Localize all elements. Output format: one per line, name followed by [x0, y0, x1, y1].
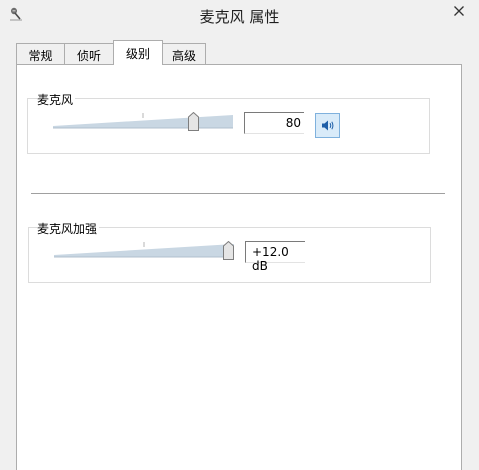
- tab-label: 级别: [125, 47, 150, 61]
- slider-track: [53, 113, 233, 129]
- tab-label: 高级: [171, 49, 196, 63]
- slider-thumb[interactable]: [223, 241, 234, 260]
- tab-general[interactable]: 常规: [16, 43, 65, 64]
- tab-levels[interactable]: 级别: [113, 40, 163, 65]
- microphone-boost-group-label: 麦克风加强: [37, 220, 100, 237]
- microphone-group-label: 麦克风: [37, 91, 76, 108]
- close-icon: [453, 5, 464, 16]
- speaker-icon: [321, 120, 333, 131]
- microphone-volume-value: 80: [285, 116, 301, 130]
- tab-listen[interactable]: 侦听: [64, 43, 114, 64]
- microphone-volume-field[interactable]: 80: [244, 112, 304, 134]
- title-bar: 麦克风 属性: [0, 0, 479, 30]
- microphone-volume-slider[interactable]: [53, 112, 233, 132]
- tab-label: 常规: [28, 49, 53, 63]
- microphone-boost-value: +12.0 dB: [252, 245, 289, 273]
- close-button[interactable]: [439, 0, 478, 21]
- microphone-boost-slider[interactable]: [54, 241, 234, 261]
- window-title: 麦克风 属性: [199, 8, 280, 26]
- mute-toggle-button[interactable]: [315, 113, 340, 138]
- slider-track: [54, 242, 234, 258]
- tab-advanced[interactable]: 高级: [162, 43, 206, 64]
- slider-thumb[interactable]: [188, 112, 199, 131]
- microphone-boost-field[interactable]: +12.0 dB: [245, 241, 305, 273]
- tab-label: 侦听: [76, 49, 101, 63]
- section-divider: [31, 193, 445, 194]
